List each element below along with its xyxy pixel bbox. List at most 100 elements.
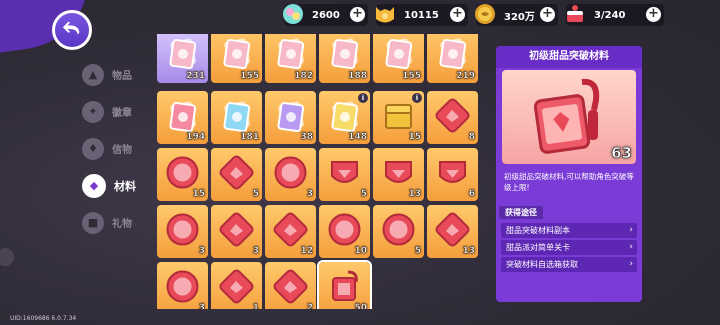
inventory-item[interactable]: 13 xyxy=(427,205,478,258)
inventory-item[interactable]: 219 xyxy=(427,34,478,83)
item-count: 5 xyxy=(360,189,368,199)
inventory-item[interactable]: 10 xyxy=(319,205,370,258)
inventory-item[interactable]: 182 xyxy=(265,34,316,83)
inventory-item[interactable]: 148 i xyxy=(319,91,370,144)
side-handle[interactable] xyxy=(0,248,14,266)
item-count: 182 xyxy=(294,71,313,81)
item-count: 5 xyxy=(414,246,422,256)
resource-cake-stamina: 3/240 + xyxy=(566,4,664,26)
add-resource-button[interactable]: + xyxy=(540,7,555,22)
inventory-item[interactable]: 3 xyxy=(157,262,208,309)
material-icon: ◆ xyxy=(82,173,106,198)
card-stack-icon xyxy=(169,38,197,70)
source-label: 甜品派对简单关卡 xyxy=(506,243,570,252)
item-title: 初级甜品突破材料 xyxy=(496,46,642,68)
mountain-diamond-icon xyxy=(273,269,308,304)
inventory-item[interactable]: 50 xyxy=(317,260,372,309)
smile-diamond-icon xyxy=(435,212,470,247)
resource-value: 320万 xyxy=(504,11,535,23)
resource-value: 2600 xyxy=(312,9,340,21)
chevron-right-icon: › xyxy=(629,225,633,235)
red-medal-icon xyxy=(385,161,412,183)
resource-bar: 2600 + 10115 + 320万 + 3/240 + xyxy=(283,4,664,26)
nav-item-items[interactable]: ▲ 物品 xyxy=(82,56,162,93)
nav-item-materials[interactable]: ◆ 材料 xyxy=(82,167,162,204)
sources-list: 甜品突破材料副本 › 甜品派对简单关卡 › 突破材料自选箱获取 › xyxy=(496,219,642,272)
inventory-item[interactable]: 5 xyxy=(319,148,370,201)
inventory-item[interactable]: 5 xyxy=(211,148,262,201)
inventory-item[interactable]: 181 xyxy=(211,91,262,144)
inventory-item[interactable]: 155 xyxy=(211,34,262,83)
add-resource-button[interactable]: + xyxy=(350,7,365,22)
red-medal-icon xyxy=(331,161,358,183)
item-count: 15 xyxy=(192,189,205,199)
inventory-item[interactable]: 2 xyxy=(265,262,316,309)
smile-coin-icon xyxy=(166,270,199,303)
inventory-item[interactable]: 155 xyxy=(373,34,424,83)
item-description: 初级甜品突破材料,可以帮助角色突破等级上限! xyxy=(504,172,634,192)
inventory-item[interactable]: 194 xyxy=(157,91,208,144)
item-count: 188 xyxy=(348,71,367,81)
inventory-item[interactable]: 231 xyxy=(157,34,208,83)
chevron-right-icon: › xyxy=(629,242,633,252)
inventory-item[interactable]: 188 xyxy=(319,34,370,83)
item-count: 8 xyxy=(468,132,476,142)
treasure-box-icon xyxy=(385,104,412,129)
inventory-item[interactable]: 3 xyxy=(265,148,316,201)
inventory-item[interactable]: 5 xyxy=(373,205,424,258)
inventory-item[interactable]: 13 xyxy=(373,148,424,201)
inventory-item[interactable]: 1 xyxy=(211,262,262,309)
purple-card-icon xyxy=(277,101,305,133)
source-link[interactable]: 甜品突破材料副本 › xyxy=(501,223,637,238)
fire-diamond-icon xyxy=(273,212,308,247)
card-stack-icon xyxy=(277,38,305,70)
info-icon[interactable]: i xyxy=(358,93,368,103)
inventory-item[interactable]: 3 xyxy=(211,205,262,258)
nav-item-tokens[interactable]: ♦ 信物 xyxy=(82,130,162,167)
inventory-item[interactable]: 12 xyxy=(265,205,316,258)
smile-coin-icon xyxy=(382,213,415,246)
card-stack-icon xyxy=(331,38,359,70)
card-stack-icon xyxy=(223,38,251,70)
inventory-item[interactable]: 15 xyxy=(157,148,208,201)
item-count: 155 xyxy=(402,71,421,81)
inventory-item[interactable]: 6 xyxy=(427,148,478,201)
item-count: 219 xyxy=(456,71,475,81)
source-link[interactable]: 甜品派对简单关卡 › xyxy=(501,240,637,255)
inventory-item[interactable]: 3 xyxy=(157,205,208,258)
red-chip-icon xyxy=(435,98,470,133)
item-count: 1 xyxy=(252,303,260,309)
item-count: 148 xyxy=(348,132,367,142)
fire-coin-icon xyxy=(328,213,361,246)
item-count: 38 xyxy=(300,132,313,142)
inventory-item[interactable]: 8 xyxy=(427,91,478,144)
item-count: 231 xyxy=(186,71,205,81)
item-count: 63 xyxy=(611,144,632,163)
item-count: 12 xyxy=(300,246,313,256)
nav-label: 徽章 xyxy=(112,108,132,119)
gold-card-icon xyxy=(331,101,359,133)
nav-item-gifts[interactable]: ■ 礼物 xyxy=(82,204,162,241)
info-icon[interactable]: i xyxy=(412,93,422,103)
item-count: 155 xyxy=(240,71,259,81)
inventory-item[interactable]: 38 xyxy=(265,91,316,144)
source-link[interactable]: 突破材料自选箱获取 › xyxy=(501,257,637,272)
red-coin-icon xyxy=(274,156,307,189)
inventory-item[interactable]: 15 i xyxy=(373,91,424,144)
back-button[interactable] xyxy=(52,10,92,50)
mountain-diamond-icon xyxy=(219,269,254,304)
back-arrow-icon xyxy=(62,21,80,35)
add-resource-button[interactable]: + xyxy=(450,7,465,22)
item-count: 3 xyxy=(198,303,206,309)
red-coin-icon xyxy=(166,156,199,189)
item-count: 181 xyxy=(240,132,259,142)
music-coin-icon xyxy=(166,213,199,246)
red-shield-icon xyxy=(439,161,466,183)
nav-label: 材料 xyxy=(114,179,136,193)
candy-gem-icon xyxy=(283,4,303,24)
item-detail-panel: 初级甜品突破材料 63 初级甜品突破材料,可以帮助角色突破等级上限! 获得途径 … xyxy=(496,46,642,302)
add-resource-button[interactable]: + xyxy=(646,7,661,22)
nav-item-badges[interactable]: ✦ 徽章 xyxy=(82,93,162,130)
item-count: 13 xyxy=(462,246,475,256)
music-diamond-icon xyxy=(219,212,254,247)
